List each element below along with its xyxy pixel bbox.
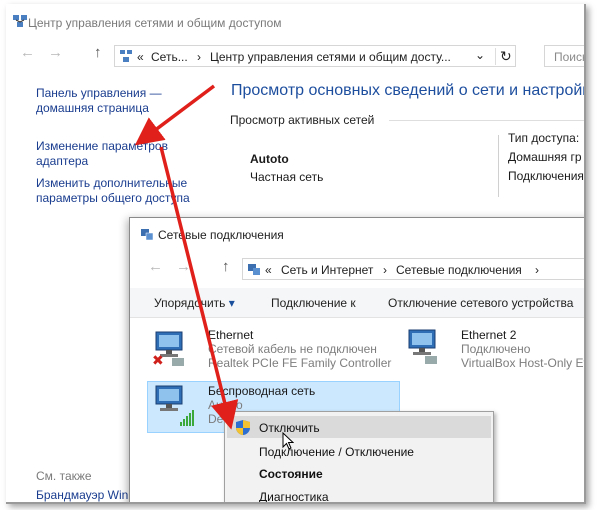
breadcrumb-network[interactable]: Сеть... (151, 50, 188, 64)
adapter-device: VirtualBox Host-Only Eth (461, 356, 586, 370)
connect-to-button[interactable]: Подключение к (271, 296, 356, 310)
divider (389, 120, 584, 121)
connections-label: Подключения (508, 169, 584, 183)
up-button[interactable]: ↑ (222, 258, 230, 275)
organize-label[interactable]: Упорядочить (154, 296, 225, 310)
mouse-cursor-icon (282, 432, 294, 450)
network-name: Autoto (250, 152, 289, 166)
link-line[interactable]: Панель управления — (36, 86, 162, 101)
network-icon (120, 50, 132, 62)
advanced-sharing-link[interactable]: Изменить дополнительные параметры общего… (36, 176, 190, 206)
wifi-computer-icon (155, 385, 194, 426)
adapter-name[interactable]: Беспроводная сеть (208, 384, 315, 398)
breadcrumb-separator: › (197, 50, 201, 64)
adapter-name[interactable]: Ethernet 2 (461, 328, 584, 342)
forward-button[interactable]: → (48, 44, 63, 61)
breadcrumb-separator: › (383, 263, 387, 277)
breadcrumb-network-internet[interactable]: Сеть и Интернет (281, 263, 373, 277)
menu-item-status[interactable]: Состояние (259, 467, 323, 481)
menu-item-diagnostics[interactable]: Диагностика (259, 490, 329, 502)
link-line[interactable]: Изменить дополнительные (36, 176, 190, 191)
address-chevrons[interactable]: « (137, 50, 144, 64)
network-connections-icon (141, 229, 154, 241)
wireless-adapter-icon[interactable] (152, 384, 196, 428)
address-bar[interactable]: « Сеть... › Центр управления сетями и об… (114, 45, 516, 67)
context-menu: Отключить Подключение / Отключение Состо… (224, 411, 494, 502)
chevron-down-icon[interactable]: ▾ (229, 296, 235, 310)
error-x-icon: ✖ (152, 352, 164, 368)
back-button[interactable]: ← (148, 258, 163, 275)
breadcrumb-separator: › (535, 263, 539, 277)
search-input[interactable]: Поиск (544, 45, 584, 67)
link-line[interactable]: адаптера (36, 154, 168, 169)
vertical-divider (498, 135, 499, 197)
adapter-name[interactable]: Ethernet (208, 328, 391, 342)
adapter-status: Autoto (208, 398, 243, 412)
link-line[interactable]: домашняя страница (36, 101, 162, 116)
screenshot-frame: Центр управления сетями и общим доступом… (6, 4, 586, 504)
adapter-status: Подключено (461, 342, 531, 356)
ethernet2-adapter-icon[interactable] (403, 326, 443, 366)
active-networks-label: Просмотр активных сетей (230, 113, 375, 127)
organize-button[interactable]: Упорядочить ▾ (154, 296, 235, 310)
computer-network-icon (408, 329, 437, 364)
homegroup-label: Домашняя гр (508, 150, 582, 164)
address-bar[interactable]: « Сеть и Интернет › Сетевые подключения … (242, 258, 584, 280)
change-adapter-settings-link[interactable]: Изменение параметров адаптера (36, 139, 168, 169)
firewall-link[interactable]: Брандмауэр Win (36, 488, 128, 502)
link-line[interactable]: параметры общего доступа (36, 191, 190, 206)
uac-shield-icon (236, 420, 250, 435)
see-also-label: См. также (36, 469, 92, 483)
command-bar: Упорядочить ▾ Подключение к Отключение с… (130, 288, 584, 318)
disable-device-button[interactable]: Отключение сетевого устройства (388, 296, 573, 310)
window-title: Центр управления сетями и общим доступом (28, 16, 282, 30)
ethernet-adapter-icon[interactable]: ✖ (150, 328, 190, 368)
access-type-label: Тип доступа: (508, 131, 580, 145)
link-line[interactable]: Изменение параметров (36, 139, 168, 154)
breadcrumb-network-center[interactable]: Центр управления сетями и общим досту... (210, 50, 451, 64)
address-chevrons[interactable]: « (265, 263, 272, 277)
ethernet-adapter-info[interactable]: Ethernet Сетевой кабель не подключен Rea… (208, 328, 391, 370)
page-heading: Просмотр основных сведений о сети и наст… (231, 82, 586, 99)
back-button[interactable]: ← (20, 44, 35, 61)
network-type: Частная сеть (250, 170, 324, 184)
breadcrumb-network-connections[interactable]: Сетевые подключения (396, 263, 522, 277)
network-connections-icon (248, 264, 260, 275)
ethernet2-adapter-info[interactable]: Ethernet 2 Подключено VirtualBox Host-On… (461, 328, 586, 370)
refresh-button[interactable]: ↻ (495, 48, 512, 65)
window-title: Сетевые подключения (158, 228, 284, 242)
control-panel-home-link[interactable]: Панель управления — домашняя страница (36, 86, 162, 116)
address-dropdown[interactable]: ⌄ (475, 48, 485, 62)
adapter-status: Сетевой кабель не подключен (208, 342, 377, 356)
network-center-icon (13, 15, 27, 27)
forward-button[interactable]: → (176, 258, 191, 275)
adapter-device: Realtek PCIe FE Family Controller (208, 356, 392, 370)
up-button[interactable]: ↑ (94, 44, 102, 61)
